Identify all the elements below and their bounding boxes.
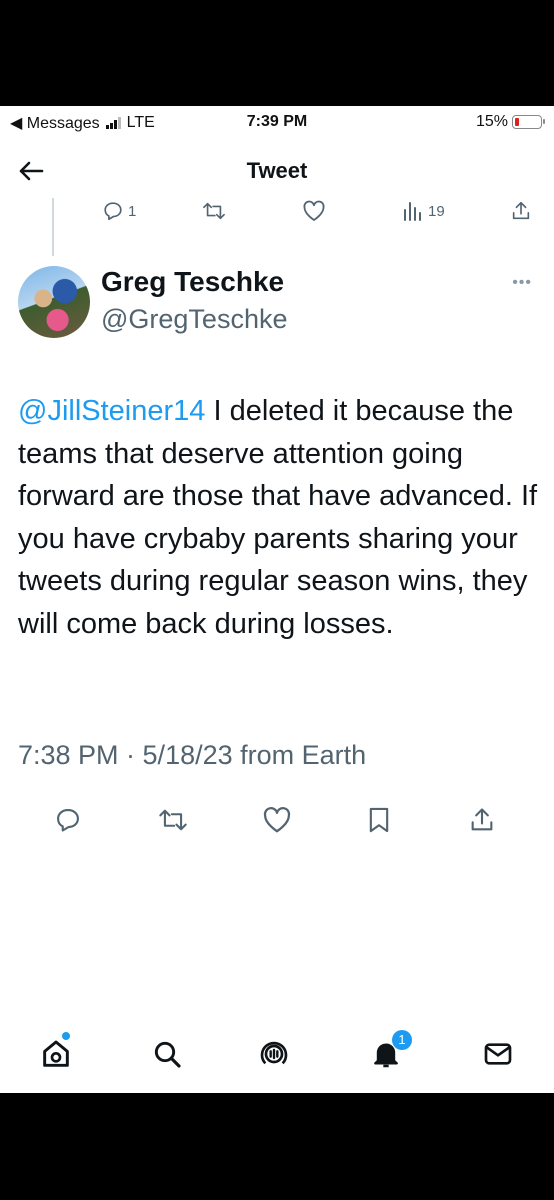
mail-icon (482, 1038, 514, 1070)
like-icon (302, 200, 326, 222)
tweet-meta: 7:38 PM · 5/18/23 from Earth (18, 740, 367, 770)
reply-icon (54, 806, 82, 834)
status-bar: ◀ Messages LTE 7:39 PM 15% (0, 106, 554, 140)
prev-reply-count: 1 (128, 202, 137, 220)
page-title: Tweet (246, 158, 308, 183)
home-icon (40, 1038, 72, 1070)
nav-spaces[interactable] (258, 1038, 290, 1070)
bookmark-button[interactable] (366, 806, 392, 834)
tweet-text: @JillSteiner14 I deleted it because the … (18, 390, 543, 646)
prev-view-count: 19 (428, 202, 445, 220)
like-button[interactable] (262, 806, 292, 834)
author-handle[interactable]: @GregTeschke (101, 304, 287, 335)
prev-share-button[interactable] (510, 200, 532, 222)
notifications-badge: 1 (392, 1030, 412, 1050)
reply-icon (102, 200, 124, 222)
bottom-nav: 1 (0, 1030, 554, 1078)
reply-button[interactable] (54, 806, 82, 834)
more-icon[interactable]: ••• (512, 274, 532, 292)
nav-notifications[interactable]: 1 (370, 1030, 412, 1070)
spaces-icon (258, 1038, 290, 1070)
share-icon (510, 200, 532, 222)
tweet-actions (0, 806, 554, 836)
views-icon (402, 200, 424, 222)
battery-percent: 15% (475, 113, 508, 130)
retweet-icon (158, 806, 188, 834)
share-icon (468, 806, 496, 834)
status-time: 7:39 PM (246, 113, 308, 130)
retweet-button[interactable] (158, 806, 188, 834)
tweet-body: I deleted it because the teams that dese… (18, 395, 538, 640)
screen: ◀ Messages LTE 7:39 PM 15% Tweet 1 19 Gr… (0, 106, 554, 1093)
previous-tweet-actions: 1 19 (0, 200, 554, 230)
share-button[interactable] (468, 806, 496, 834)
prev-retweet-button[interactable] (202, 200, 226, 222)
home-unread-dot (62, 1032, 70, 1040)
bookmark-icon (366, 806, 392, 834)
retweet-icon (202, 200, 226, 222)
author-name[interactable]: Greg Teschke (101, 266, 284, 298)
prev-like-button[interactable] (302, 200, 326, 222)
mention-link[interactable]: @JillSteiner14 (18, 395, 205, 427)
prev-views-button[interactable]: 19 (402, 200, 445, 222)
avatar[interactable] (18, 266, 90, 338)
nav-home[interactable] (40, 1032, 72, 1070)
prev-reply-button[interactable]: 1 (102, 200, 136, 222)
nav-messages[interactable] (482, 1038, 514, 1070)
tweet-header: Tweet (0, 146, 554, 196)
like-icon (262, 806, 292, 834)
nav-search[interactable] (151, 1038, 183, 1070)
battery-icon (512, 115, 545, 129)
status-right: 15% (475, 113, 545, 131)
search-icon (151, 1038, 183, 1070)
